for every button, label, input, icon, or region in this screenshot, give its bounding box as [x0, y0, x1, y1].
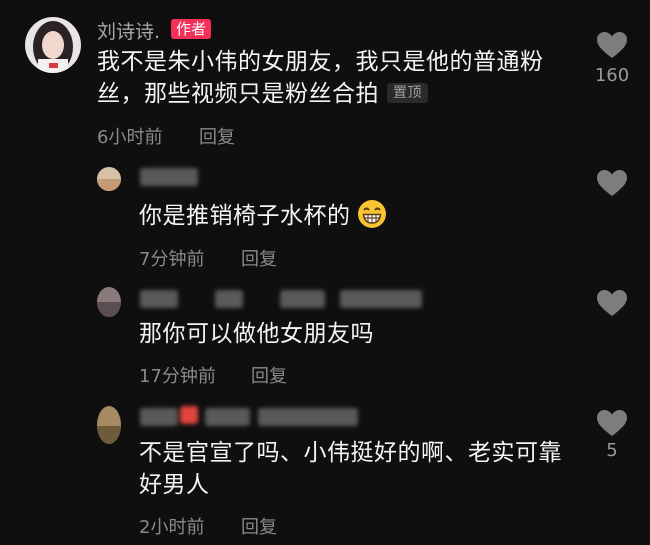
reply-item: 你是推销椅子水杯的 7分钟前 回复 — [0, 155, 650, 280]
comment-text-segment: 那你可以做他女朋友吗 — [139, 321, 374, 347]
reply-button[interactable]: 回复 — [241, 245, 277, 271]
comment-text-line: 好男人 — [139, 472, 210, 498]
comment-time: 2小时前 — [139, 517, 205, 538]
avatar[interactable] — [97, 406, 121, 444]
comment-text-segment: 你是推销椅子水杯的 — [139, 203, 351, 229]
author-badge: 作者 — [171, 19, 212, 39]
blurred-username — [180, 406, 198, 424]
comment-text-line: 不是官宣了吗、小伟挺好的啊、老实可靠 — [139, 440, 562, 466]
comment-text-line: 丝，那些视频只是粉丝合拍 置顶 — [97, 78, 567, 110]
heart-icon[interactable] — [596, 31, 628, 59]
reply-item: 那你可以做他女朋友吗 17分钟前 回复 — [0, 280, 650, 400]
comment-text: 不是官宣了吗、小伟挺好的啊、老实可靠 好男人 — [139, 437, 589, 501]
reply-button[interactable]: 回复 — [241, 513, 277, 539]
avatar[interactable] — [97, 167, 121, 191]
like-count: 160 — [594, 65, 630, 86]
pinned-badge: 置顶 — [387, 82, 428, 103]
comment-time: 7分钟前 — [139, 249, 205, 270]
blurred-username — [140, 408, 178, 426]
avatar[interactable] — [97, 287, 121, 317]
heart-icon[interactable] — [596, 289, 628, 317]
comment-text-segment: 丝，那些视频只是粉丝合拍 — [97, 81, 379, 107]
reply-item: 不是官宣了吗、小伟挺好的啊、老实可靠 好男人 2小时前 回复 5 — [0, 400, 650, 545]
comment-time: 17分钟前 — [139, 366, 216, 387]
blurred-username — [258, 408, 358, 426]
like-count: 5 — [606, 440, 618, 461]
blurred-username — [215, 290, 243, 308]
heart-icon[interactable] — [596, 409, 628, 437]
grinning-emoji-icon — [357, 199, 386, 228]
comment-text: 你是推销椅子水杯的 — [139, 199, 559, 232]
author-name[interactable]: 刘诗诗. — [97, 17, 160, 44]
comment-time: 6小时前 — [97, 127, 163, 148]
comment-text: 那你可以做他女朋友吗 — [139, 318, 559, 350]
avatar[interactable] — [25, 17, 81, 73]
blurred-username — [280, 290, 325, 308]
heart-icon[interactable] — [596, 169, 628, 197]
comment-text: 我不是朱小伟的女朋友，我只是他的普通粉 丝，那些视频只是粉丝合拍 置顶 — [97, 46, 567, 110]
blurred-username — [205, 408, 250, 426]
reply-button[interactable]: 回复 — [251, 362, 287, 388]
blurred-username — [140, 168, 198, 186]
blurred-username — [340, 290, 422, 308]
reply-button[interactable]: 回复 — [199, 123, 235, 149]
blurred-username — [140, 290, 178, 308]
comment-text-line: 我不是朱小伟的女朋友，我只是他的普通粉 — [97, 49, 544, 75]
comment-item: 刘诗诗. 作者 我不是朱小伟的女朋友，我只是他的普通粉 丝，那些视频只是粉丝合拍… — [0, 0, 650, 155]
